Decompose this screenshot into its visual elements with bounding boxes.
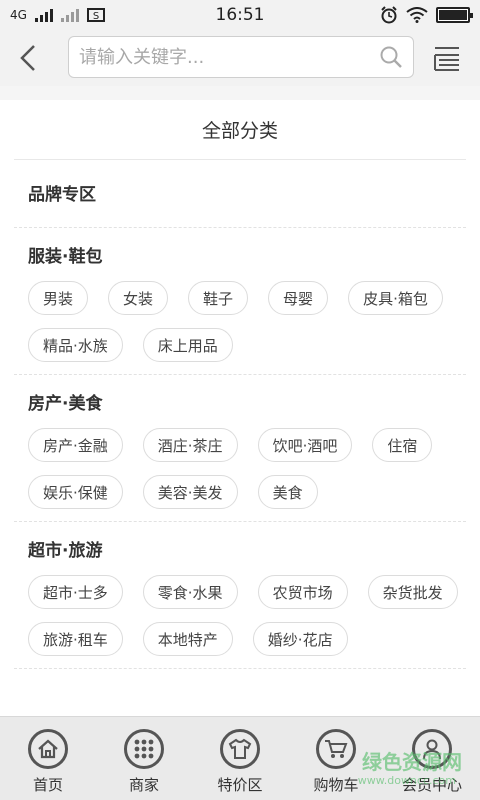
notification-icon: S	[86, 8, 105, 22]
category-tag[interactable]: 男装	[28, 281, 89, 315]
category-tag[interactable]: 皮具·箱包	[348, 281, 443, 315]
tag-list: 超市·士多 零食·水果 农贸市场 杂货批发 旅游·租车 本地特产 婚纱·花店	[14, 575, 466, 656]
search-icon[interactable]	[379, 45, 403, 69]
section-clothing: 服装·鞋包 男装 女装 鞋子 母婴 皮具·箱包 精品·水族 床上用品	[14, 228, 466, 375]
category-tag[interactable]: 美容·美发	[142, 475, 238, 509]
category-tag[interactable]: 零食·水果	[142, 575, 238, 609]
clock: 16:51	[215, 5, 265, 25]
section-realestate-food: 房产·美食 房产·金融 酒庄·茶庄 饮吧·酒吧 住宿 娱乐·保健 美容·美发 美…	[14, 375, 466, 522]
category-menu-button[interactable]	[432, 44, 462, 72]
category-tag[interactable]: 酒庄·茶庄	[142, 428, 238, 462]
signal-icon-secondary	[60, 8, 79, 22]
watermark-text: 绿色资源网	[362, 750, 462, 774]
chevron-left-icon	[20, 45, 35, 71]
back-button[interactable]	[0, 30, 56, 86]
status-left: 4G S	[10, 7, 105, 23]
category-tag[interactable]: 娱乐·保健	[28, 475, 123, 509]
network-type: 4G	[10, 8, 27, 22]
tab-label: 特价区	[217, 776, 263, 794]
watermark-url: www.downcc.com	[357, 774, 456, 787]
tab-label: 购物车	[313, 776, 359, 794]
category-tag[interactable]: 精品·水族	[28, 328, 123, 362]
tab-specials[interactable]: 特价区	[192, 717, 288, 800]
category-tag[interactable]: 女装	[108, 281, 169, 315]
category-tag[interactable]: 农贸市场	[257, 575, 348, 609]
category-tag[interactable]: 杂货批发	[367, 575, 458, 609]
category-tag[interactable]: 婚纱·花店	[252, 622, 348, 656]
section-title[interactable]: 房产·美食	[14, 389, 466, 414]
section-supermarket-travel: 超市·旅游 超市·士多 零食·水果 农贸市场 杂货批发 旅游·租车 本地特产 婚…	[14, 522, 466, 669]
category-page: 全部分类 品牌专区 服装·鞋包 男装 女装 鞋子 母婴 皮具·箱包 精品·水族 …	[0, 86, 480, 716]
category-tag[interactable]: 本地特产	[142, 622, 233, 656]
category-tag[interactable]: 住宿	[372, 428, 433, 462]
category-tag[interactable]: 房产·金融	[28, 428, 123, 462]
tab-home[interactable]: 首页	[0, 717, 96, 800]
shirt-icon	[220, 729, 260, 769]
category-tag[interactable]: 超市·士多	[28, 575, 123, 609]
category-tag[interactable]: 旅游·租车	[28, 622, 123, 656]
wifi-icon	[406, 7, 428, 23]
category-tag[interactable]: 美食	[257, 475, 318, 509]
category-tag[interactable]: 床上用品	[142, 328, 233, 362]
tab-label: 首页	[32, 776, 63, 794]
category-tag[interactable]: 鞋子	[188, 281, 249, 315]
category-tag[interactable]: 母婴	[268, 281, 329, 315]
svg-text:S: S	[93, 11, 99, 22]
tag-list: 房产·金融 酒庄·茶庄 饮吧·酒吧 住宿 娱乐·保健 美容·美发 美食	[14, 428, 466, 509]
search-input[interactable]	[79, 46, 379, 68]
tab-merchants[interactable]: 商家	[96, 717, 192, 800]
signal-icon	[34, 8, 53, 22]
top-header	[0, 30, 480, 86]
status-right	[380, 6, 473, 24]
tag-list: 男装 女装 鞋子 母婴 皮具·箱包 精品·水族 床上用品	[14, 281, 466, 362]
section-title[interactable]: 服装·鞋包	[14, 242, 466, 267]
tab-label: 商家	[128, 776, 159, 794]
cart-icon	[316, 729, 356, 769]
section-title[interactable]: 品牌专区	[14, 180, 466, 205]
grid-icon	[124, 729, 164, 769]
page-title: 全部分类	[14, 100, 466, 160]
search-box[interactable]	[68, 36, 414, 78]
home-icon	[28, 729, 68, 769]
section-brand: 品牌专区	[14, 160, 466, 228]
battery-icon	[436, 7, 473, 23]
category-tag[interactable]: 饮吧·酒吧	[257, 428, 353, 462]
section-title[interactable]: 超市·旅游	[14, 536, 466, 561]
alarm-icon	[381, 6, 397, 24]
list-icon	[434, 47, 459, 71]
status-bar: 4G S 16:51	[0, 0, 480, 30]
